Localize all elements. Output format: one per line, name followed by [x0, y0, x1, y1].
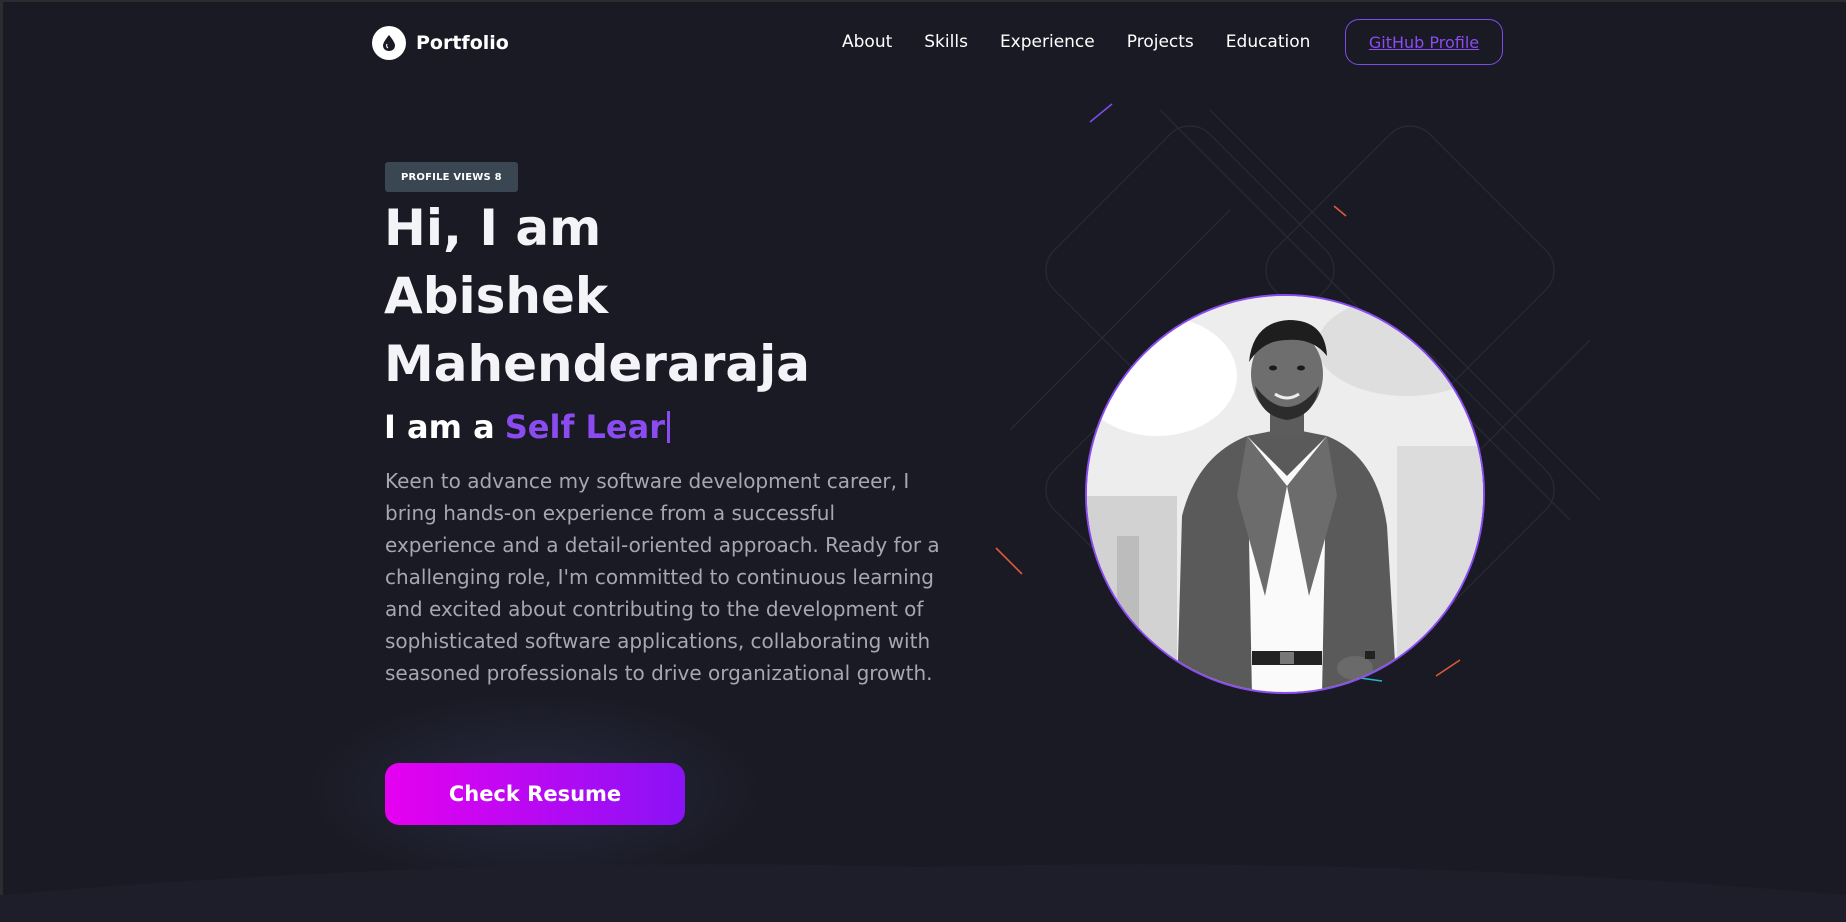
hero-title-line-1: Hi, I am — [384, 199, 602, 257]
role-line: I am a Self Lear — [384, 408, 670, 446]
nav-link-skills[interactable]: Skills — [924, 32, 968, 52]
hero-title: Hi, I am Abishek Mahenderaraja — [384, 194, 810, 398]
hero-title-line-3: Mahenderaraja — [384, 335, 810, 393]
logo[interactable]: Portfolio — [372, 26, 509, 60]
nav-link-about[interactable]: About — [842, 32, 892, 52]
profile-photo — [1085, 294, 1485, 694]
profile-views-badge: PROFILE VIEWS 8 — [385, 162, 518, 192]
hero-title-line-2: Abishek — [384, 267, 609, 325]
drop-icon — [372, 26, 406, 60]
role-typewriter-text: Self Lear — [504, 408, 665, 446]
bottom-wave — [0, 864, 1846, 922]
nav-link-projects[interactable]: Projects — [1127, 32, 1194, 52]
main-nav: About Skills Experience Projects Educati… — [842, 32, 1310, 52]
bio-paragraph: Keen to advance my software development … — [385, 469, 940, 685]
nav-link-experience[interactable]: Experience — [1000, 32, 1095, 52]
logo-text: Portfolio — [416, 32, 509, 54]
github-profile-button[interactable]: GitHub Profile — [1345, 19, 1503, 65]
window-edge-top — [0, 0, 1846, 2]
check-resume-button[interactable]: Check Resume — [385, 763, 685, 825]
typing-caret — [666, 411, 670, 443]
nav-link-education[interactable]: Education — [1226, 32, 1311, 52]
window-edge-left — [0, 0, 3, 922]
role-prefix: I am a — [384, 408, 495, 446]
